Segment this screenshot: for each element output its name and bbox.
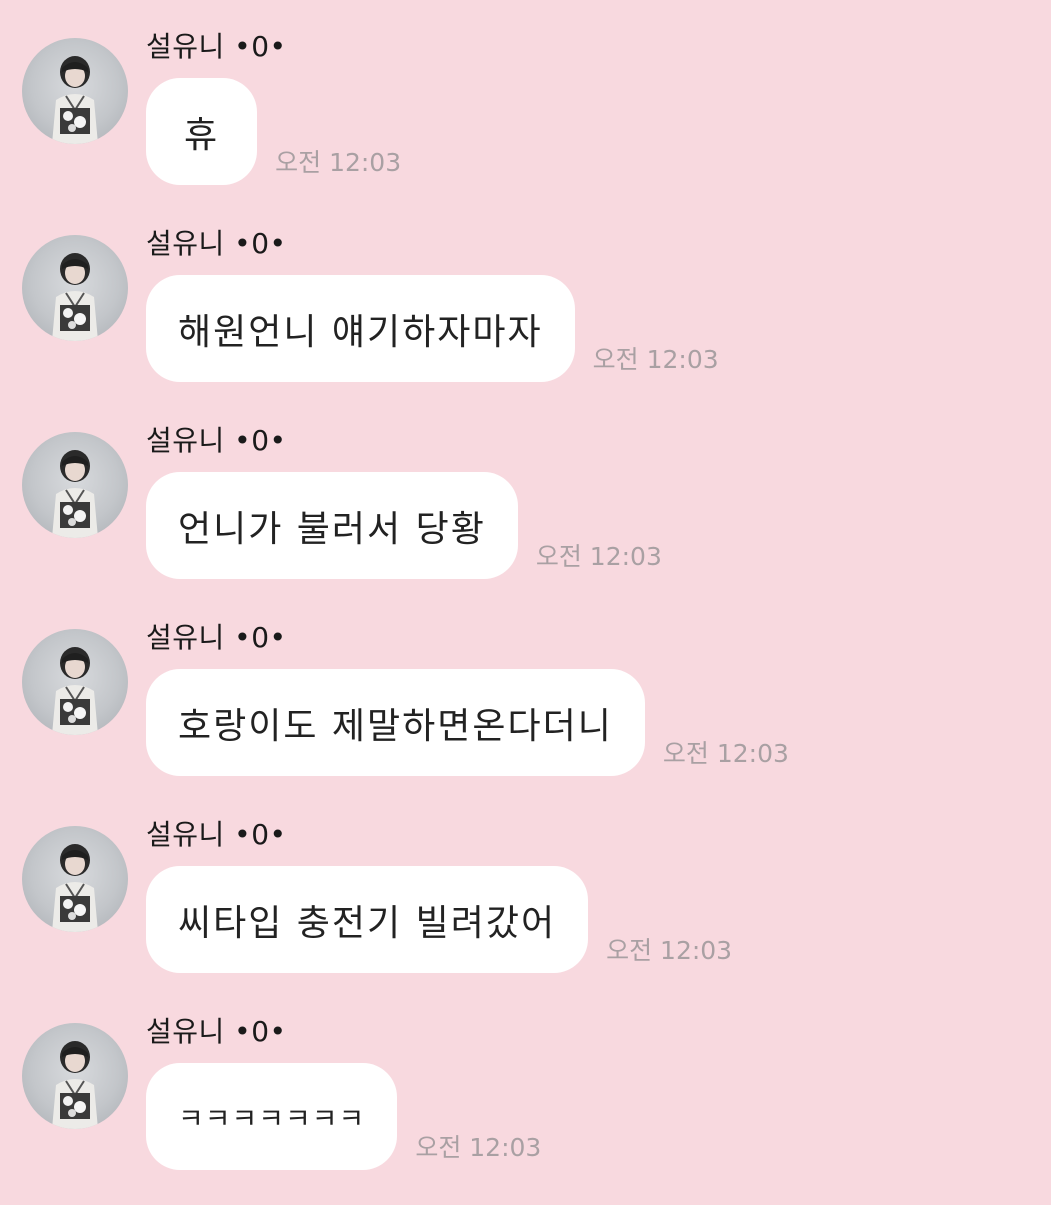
- profile-photo-icon: [52, 647, 98, 735]
- message-bubble[interactable]: 언니가 불러서 당황: [146, 472, 518, 579]
- message-row: 호랑이도 제말하면온다더니 오전 12:03: [146, 669, 789, 776]
- message-bubble[interactable]: 휴: [146, 78, 258, 185]
- message-timestamp: 오전 12:03: [535, 542, 662, 571]
- message: 설유니 •0• 해원언니 얘기하자마자 오전 12:03: [0, 227, 1051, 417]
- message-timestamp: 오전 12:03: [415, 1133, 542, 1162]
- avatar[interactable]: [22, 235, 128, 341]
- message-timestamp: 오전 12:03: [662, 739, 789, 768]
- message: 설유니 •0• ㅋㅋㅋㅋㅋㅋㅋ 오전 12:03: [0, 1015, 1051, 1205]
- profile-photo-icon: [52, 56, 98, 144]
- sender-name: 설유니 •0•: [146, 424, 287, 457]
- avatar[interactable]: [22, 629, 128, 735]
- message-bubble[interactable]: 해원언니 얘기하자마자: [146, 275, 575, 382]
- message-timestamp: 오전 12:03: [592, 345, 719, 374]
- sender-name: 설유니 •0•: [146, 621, 287, 654]
- profile-photo-icon: [52, 253, 98, 341]
- profile-photo-icon: [52, 1041, 98, 1129]
- message: 설유니 •0• 언니가 불러서 당황 오전 12:03: [0, 424, 1051, 614]
- message-timestamp: 오전 12:03: [275, 148, 402, 177]
- message: 설유니 •0• 호랑이도 제말하면온다더니 오전 12:03: [0, 621, 1051, 811]
- profile-photo-icon: [52, 844, 98, 932]
- message-row: ㅋㅋㅋㅋㅋㅋㅋ 오전 12:03: [146, 1063, 541, 1170]
- message-bubble[interactable]: 씨타입 충전기 빌려갔어: [146, 866, 589, 973]
- sender-name: 설유니 •0•: [146, 1015, 287, 1048]
- message-bubble[interactable]: 호랑이도 제말하면온다더니: [146, 669, 645, 776]
- message: 설유니 •0• 씨타입 충전기 빌려갔어 오전 12:03: [0, 818, 1051, 1008]
- sender-name: 설유니 •0•: [146, 30, 287, 63]
- sender-name: 설유니 •0•: [146, 818, 287, 851]
- avatar[interactable]: [22, 826, 128, 932]
- message-row: 씨타입 충전기 빌려갔어 오전 12:03: [146, 866, 732, 973]
- message-row: 해원언니 얘기하자마자 오전 12:03: [146, 275, 719, 382]
- message: 설유니 •0• 휴 오전 12:03: [0, 30, 1051, 220]
- message-timestamp: 오전 12:03: [606, 936, 733, 965]
- sender-name: 설유니 •0•: [146, 227, 287, 260]
- avatar[interactable]: [22, 432, 128, 538]
- message-row: 휴 오전 12:03: [146, 78, 401, 185]
- chat-log: 설유니 •0• 휴 오전 12:03 설유니 •0• 해원언니 얘기하자마자 오…: [0, 0, 1051, 1200]
- avatar[interactable]: [22, 1023, 128, 1129]
- message-row: 언니가 불러서 당황 오전 12:03: [146, 472, 662, 579]
- avatar[interactable]: [22, 38, 128, 144]
- profile-photo-icon: [52, 450, 98, 538]
- message-bubble[interactable]: ㅋㅋㅋㅋㅋㅋㅋ: [146, 1063, 398, 1170]
